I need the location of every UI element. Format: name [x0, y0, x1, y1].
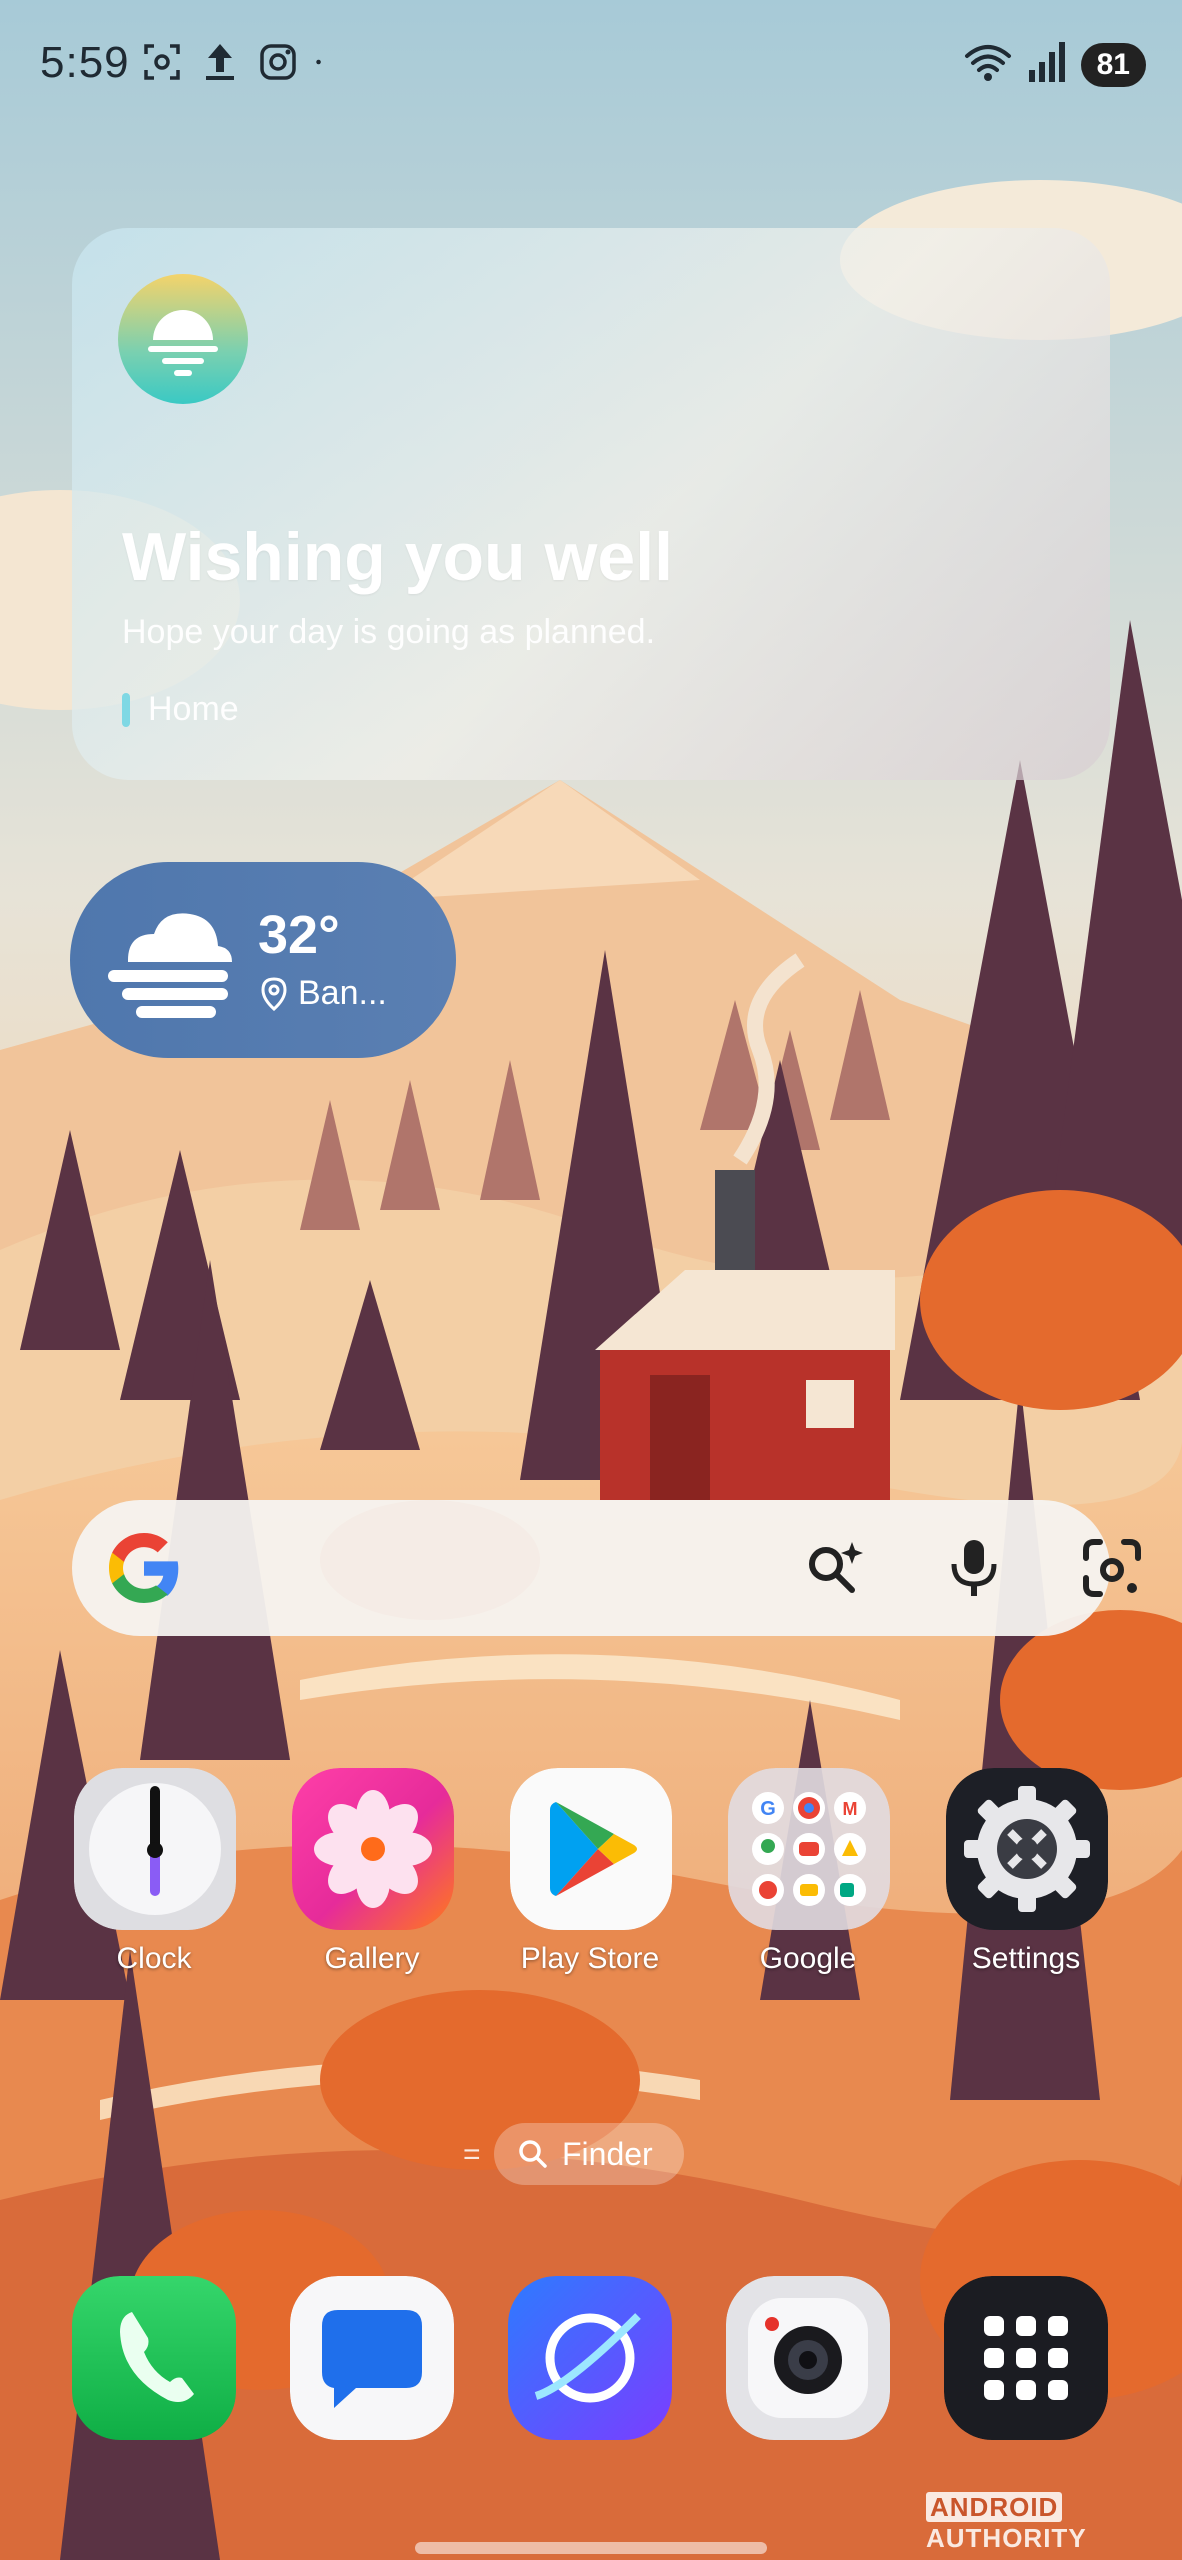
svg-text:G: G — [760, 1798, 776, 1820]
upload-icon — [198, 40, 242, 89]
status-icons-left — [140, 40, 334, 89]
weather-location: Ban... — [260, 974, 387, 1013]
sunrise-icon — [118, 274, 248, 404]
browser-icon[interactable] — [508, 2276, 672, 2440]
greeting-subtitle: Hope your day is going as planned. — [122, 613, 656, 651]
google-folder-icon: G M — [728, 1768, 890, 1930]
app-settings[interactable]: Settings — [926, 1768, 1126, 1988]
app-label-play-store: Play Store — [520, 1942, 660, 1975]
svg-text:M: M — [843, 1799, 858, 1819]
location-pin-icon — [261, 976, 287, 1011]
gallery-icon — [292, 1768, 454, 1930]
finder-handle-icon: = — [463, 2138, 481, 2171]
app-google-folder[interactable]: G M Google — [708, 1768, 908, 1988]
greeting-widget[interactable]: Wishing you well Hope your day is going … — [72, 228, 1110, 780]
navigation-gesture-handle[interactable] — [415, 2542, 767, 2554]
status-icons-right: 81 — [963, 40, 1146, 89]
weather-temperature: 32° — [258, 905, 340, 965]
mic-icon[interactable] — [940, 1534, 1008, 1602]
clock-icon — [74, 1768, 236, 1930]
finder-button[interactable]: Finder — [494, 2123, 684, 2185]
app-play-store[interactable]: Play Store — [490, 1768, 690, 1988]
greeting-tag-label: Home — [148, 690, 239, 728]
messages-icon[interactable] — [290, 2276, 454, 2440]
status-time: 5:59 — [40, 38, 130, 87]
watermark-brand: ANDROID — [926, 2492, 1063, 2522]
greeting-tag: Home — [122, 690, 239, 729]
app-label-google: Google — [759, 1942, 857, 1975]
signal-icon — [1027, 40, 1067, 89]
google-search-bar[interactable] — [72, 1500, 1141, 1636]
finder-label: Finder — [562, 2135, 653, 2172]
greeting-title: Wishing you well — [122, 519, 673, 595]
instagram-icon — [256, 40, 300, 89]
cloud-fog-icon — [108, 913, 232, 1018]
notification-dot-icon — [314, 40, 334, 89]
google-logo — [109, 1533, 179, 1603]
search-icon — [519, 2140, 547, 2168]
camera-icon[interactable] — [726, 2276, 890, 2440]
app-drawer-icon[interactable] — [944, 2276, 1108, 2440]
watermark: ANDROID AUTHORITY — [926, 2492, 1182, 2554]
app-label-clock: Clock — [116, 1942, 192, 1975]
weather-location-label: Ban... — [298, 974, 387, 1012]
wifi-icon — [963, 40, 1013, 89]
screenshot-icon — [140, 40, 184, 89]
play-store-icon — [510, 1768, 672, 1930]
weather-widget[interactable]: 32° Ban... — [70, 862, 456, 1058]
app-clock[interactable]: Clock — [54, 1768, 254, 1988]
app-gallery[interactable]: Gallery — [272, 1768, 472, 1988]
lens-camera-icon[interactable] — [1078, 1534, 1146, 1602]
phone-icon[interactable] — [72, 2276, 236, 2440]
status-bar: 5:59 81 — [0, 0, 1182, 130]
tag-accent-bar — [122, 692, 130, 727]
app-label-gallery: Gallery — [324, 1942, 420, 1975]
settings-icon — [946, 1768, 1108, 1930]
watermark-suffix: AUTHORITY — [926, 2523, 1087, 2553]
ai-lens-search-icon[interactable] — [800, 1534, 868, 1602]
app-label-settings: Settings — [971, 1942, 1081, 1975]
battery-indicator: 81 — [1080, 42, 1146, 87]
